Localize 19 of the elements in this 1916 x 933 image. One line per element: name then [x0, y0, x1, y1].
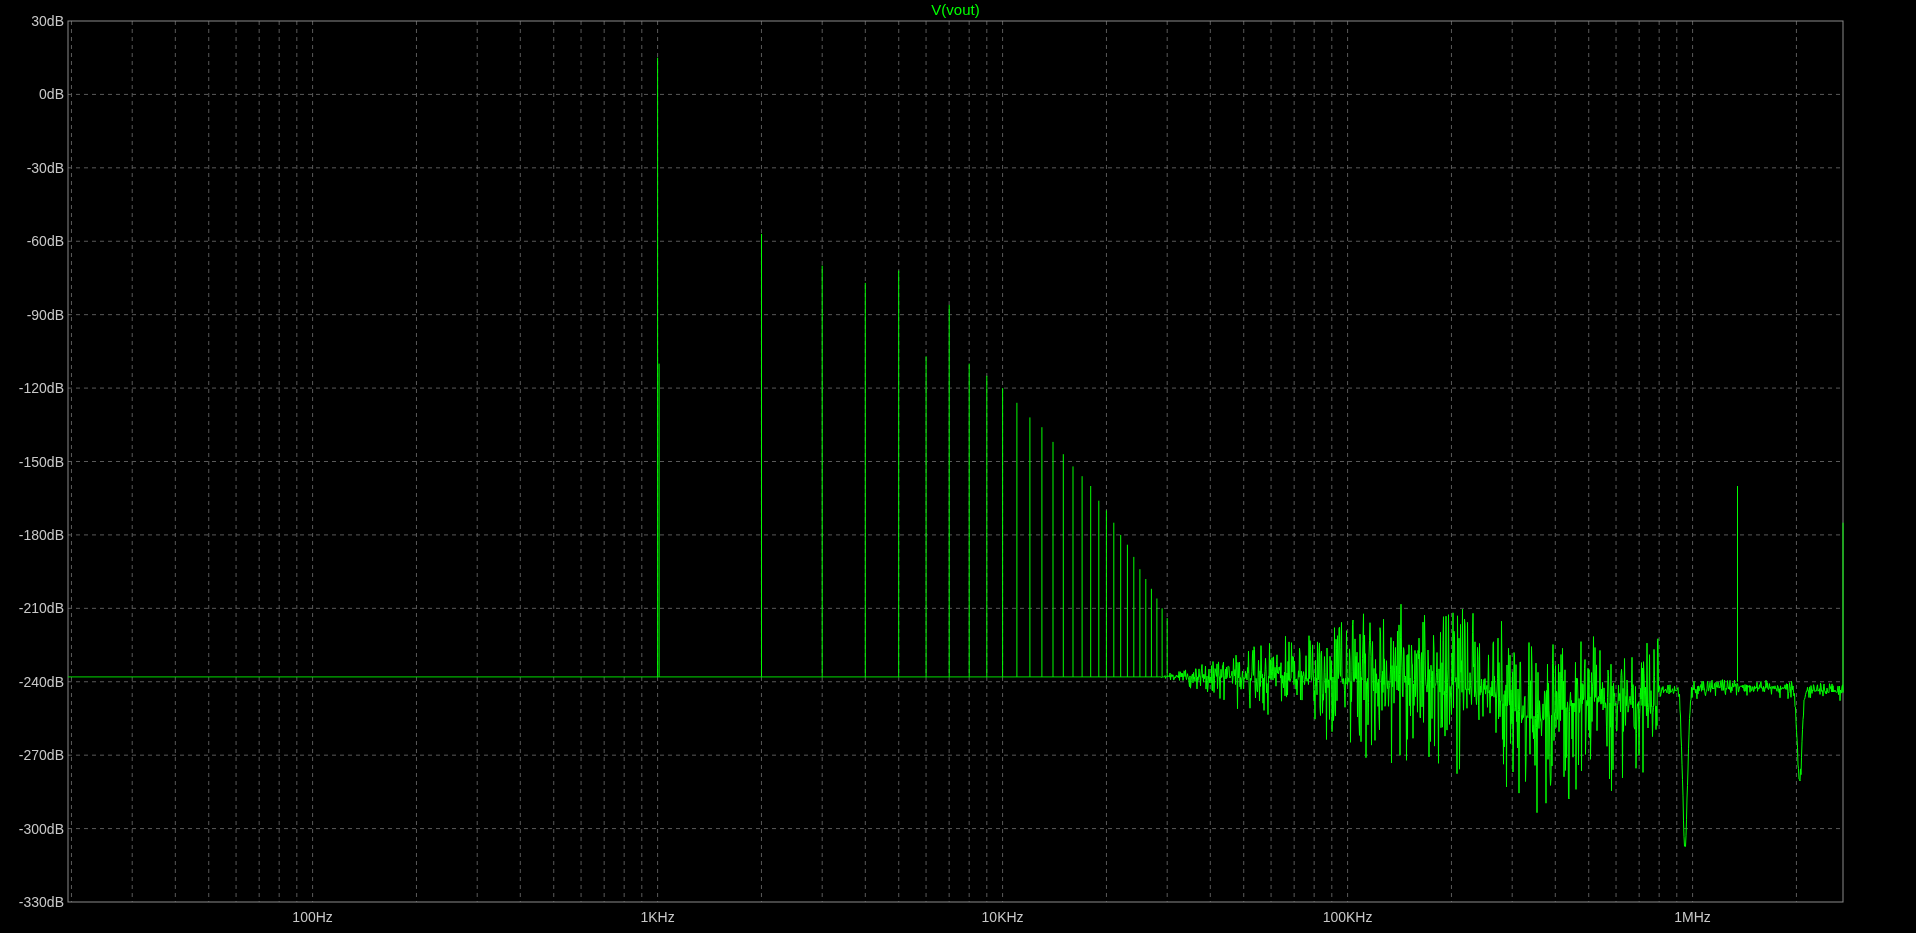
y-axis-label: -30dB: [26, 159, 64, 176]
y-axis-label: -180dB: [18, 526, 64, 543]
y-axis-label: -240dB: [18, 673, 64, 690]
y-axis-label: 0dB: [39, 86, 64, 103]
y-axis-label: -90dB: [26, 306, 64, 323]
y-axis-label: 30dB: [31, 13, 64, 29]
y-axis-label: -210dB: [18, 600, 64, 617]
x-axis-label: 1KHz: [640, 909, 675, 925]
x-axis-label: 100KHz: [1322, 909, 1373, 925]
y-axis-label: -330dB: [18, 894, 64, 910]
x-axis-label: 10KHz: [981, 909, 1024, 925]
y-axis-label: -150dB: [18, 453, 64, 470]
y-axis-label: -300dB: [18, 820, 64, 837]
y-axis-label: -270dB: [18, 747, 64, 764]
y-axis-label: -120dB: [18, 380, 64, 397]
x-axis-label: 1MHz: [1674, 909, 1711, 925]
y-axis-label: -60dB: [26, 233, 64, 250]
plot-title: V(vout): [931, 1, 980, 18]
x-axis-label: 100Hz: [292, 909, 333, 925]
